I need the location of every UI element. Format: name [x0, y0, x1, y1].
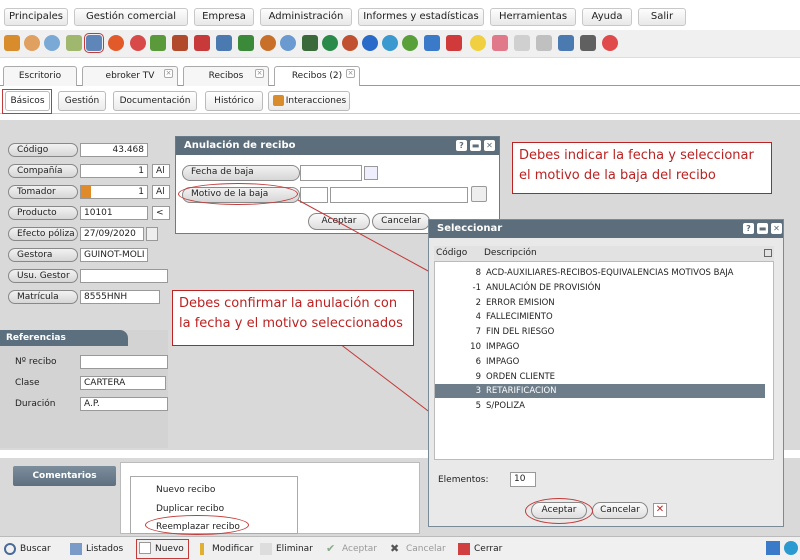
- list-item-codigo: 4: [475, 312, 481, 323]
- list-item-descripcion: RETARIFICACION: [486, 386, 557, 397]
- column-codigo[interactable]: Código: [436, 248, 467, 258]
- list-item-descripcion: ERROR EMISION: [486, 297, 555, 308]
- highlight-aceptar: [525, 498, 593, 524]
- list-item-codigo: 10: [470, 342, 481, 352]
- list-item-codigo: 9: [475, 371, 481, 382]
- list-item-codigo: -1: [472, 282, 481, 293]
- list-item-descripcion: ANULACIÓN DE PROVISIÓN: [486, 282, 601, 293]
- list-item[interactable]: 3 RETARIFICACION: [435, 384, 765, 399]
- column-toggle-icon[interactable]: [764, 249, 772, 257]
- connector-line: [297, 199, 431, 273]
- list-item[interactable]: 5 S/POLIZA: [435, 399, 765, 413]
- list-item-codigo: 5: [475, 401, 481, 412]
- list-item-descripcion: IMPAGO: [486, 342, 520, 352]
- list-item-codigo: 6: [475, 356, 481, 367]
- minimize-icon[interactable]: ▬: [757, 223, 768, 234]
- close-icon[interactable]: ✕: [771, 223, 782, 234]
- list-item-codigo: 2: [475, 297, 481, 308]
- list-item[interactable]: 6 IMPAGO: [435, 355, 765, 369]
- seleccionar-cancelar-button[interactable]: Cancelar: [592, 502, 648, 519]
- list-item[interactable]: 8 ACD-AUXILIARES-RECIBOS-EQUIVALENCIAS MO…: [435, 266, 765, 280]
- list-item-codigo: 7: [475, 327, 481, 338]
- list-item[interactable]: 7 FIN DEL RIESGO: [435, 325, 765, 339]
- elementos-count: 10: [510, 472, 536, 487]
- list-item[interactable]: -1 ANULACIÓN DE PROVISIÓN: [435, 281, 765, 295]
- list-item-descripcion: ACD-AUXILIARES-RECIBOS-EQUIVALENCIAS MOT…: [486, 268, 734, 278]
- close-icon[interactable]: ✕: [653, 503, 667, 517]
- list-item[interactable]: 2 ERROR EMISION: [435, 296, 765, 310]
- column-descripcion[interactable]: Descripción: [484, 248, 537, 258]
- list-item-codigo: 8: [475, 268, 481, 278]
- list-item-descripcion: S/POLIZA: [486, 401, 525, 412]
- list-item[interactable]: 10 IMPAGO: [435, 340, 765, 354]
- help-icon[interactable]: ?: [743, 223, 754, 234]
- elementos-label: Elementos:: [438, 475, 489, 485]
- list-item-descripcion: ORDEN CLIENTE: [486, 371, 556, 382]
- list-header: Código Descripción: [434, 246, 774, 262]
- list-item[interactable]: 4 FALLECIMIENTO: [435, 310, 765, 324]
- list-item-codigo: 3: [475, 386, 481, 397]
- list-item-descripcion: FALLECIMIENTO: [486, 312, 553, 323]
- list-item[interactable]: 9 ORDEN CLIENTE: [435, 370, 765, 384]
- seleccionar-title: Seleccionar: [429, 220, 783, 238]
- list-item-descripcion: IMPAGO: [486, 356, 520, 367]
- callout-middle: Debes confirmar la anulación con la fech…: [172, 290, 414, 346]
- list-item-descripcion: FIN DEL RIESGO: [486, 327, 555, 338]
